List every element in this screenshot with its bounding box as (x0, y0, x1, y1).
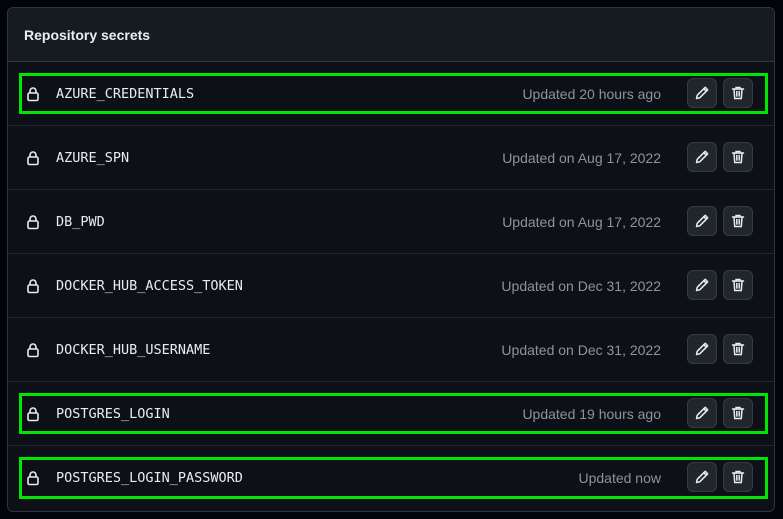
secret-name: DOCKER_HUB_ACCESS_TOKEN (56, 278, 243, 294)
secret-name: DOCKER_HUB_USERNAME (56, 342, 211, 358)
pencil-icon (694, 405, 710, 421)
trash-icon (730, 341, 746, 357)
pencil-icon (694, 341, 710, 357)
secret-name: POSTGRES_LOGIN (56, 406, 170, 422)
secret-updated: Updated on Dec 31, 2022 (501, 342, 661, 358)
section-title: Repository secrets (24, 26, 151, 43)
delete-secret-button[interactable] (723, 270, 753, 300)
pencil-icon (694, 149, 710, 165)
trash-icon (730, 213, 746, 229)
edit-secret-button[interactable] (687, 462, 717, 492)
trash-icon (730, 405, 746, 421)
delete-secret-button[interactable] (723, 398, 753, 428)
repository-secrets-panel: Repository secrets AZURE_CREDENTIALS Upda… (7, 7, 775, 512)
edit-secret-button[interactable] (687, 142, 717, 172)
secret-updated: Updated 20 hours ago (522, 86, 661, 102)
secret-row: POSTGRES_LOGIN Updated 19 hours ago (8, 382, 774, 446)
secret-updated: Updated on Dec 31, 2022 (501, 278, 661, 294)
secret-name: DB_PWD (56, 214, 105, 230)
delete-secret-button[interactable] (723, 334, 753, 364)
panel-header: Repository secrets (8, 8, 774, 62)
secret-row: POSTGRES_LOGIN_PASSWORD Updated now (8, 446, 774, 510)
secret-row: AZURE_SPN Updated on Aug 17, 2022 (8, 126, 774, 190)
secret-name: POSTGRES_LOGIN_PASSWORD (56, 470, 243, 486)
lock-icon (25, 214, 41, 230)
secret-updated: Updated now (578, 470, 661, 486)
pencil-icon (694, 213, 710, 229)
lock-icon (25, 342, 41, 358)
lock-icon (25, 406, 41, 422)
lock-icon (25, 470, 41, 486)
edit-secret-button[interactable] (687, 78, 717, 108)
trash-icon (730, 85, 746, 101)
edit-secret-button[interactable] (687, 334, 717, 364)
secret-updated: Updated on Aug 17, 2022 (502, 150, 661, 166)
secret-updated: Updated 19 hours ago (522, 406, 661, 422)
delete-secret-button[interactable] (723, 78, 753, 108)
secret-row: DOCKER_HUB_USERNAME Updated on Dec 31, 20… (8, 318, 774, 382)
edit-secret-button[interactable] (687, 270, 717, 300)
secret-row: DOCKER_HUB_ACCESS_TOKEN Updated on Dec 31… (8, 254, 774, 318)
delete-secret-button[interactable] (723, 206, 753, 236)
pencil-icon (694, 277, 710, 293)
delete-secret-button[interactable] (723, 142, 753, 172)
secret-name: AZURE_CREDENTIALS (56, 86, 195, 102)
lock-icon (25, 150, 41, 166)
trash-icon (730, 469, 746, 485)
secret-name: AZURE_SPN (56, 150, 130, 166)
trash-icon (730, 149, 746, 165)
lock-icon (25, 86, 41, 102)
secret-list: AZURE_CREDENTIALS Updated 20 hours ago AZU… (8, 62, 774, 510)
trash-icon (730, 277, 746, 293)
pencil-icon (694, 85, 710, 101)
pencil-icon (694, 469, 710, 485)
edit-secret-button[interactable] (687, 398, 717, 428)
secret-row: DB_PWD Updated on Aug 17, 2022 (8, 190, 774, 254)
secret-row: AZURE_CREDENTIALS Updated 20 hours ago (8, 62, 774, 126)
edit-secret-button[interactable] (687, 206, 717, 236)
secret-updated: Updated on Aug 17, 2022 (502, 214, 661, 230)
delete-secret-button[interactable] (723, 462, 753, 492)
lock-icon (25, 278, 41, 294)
